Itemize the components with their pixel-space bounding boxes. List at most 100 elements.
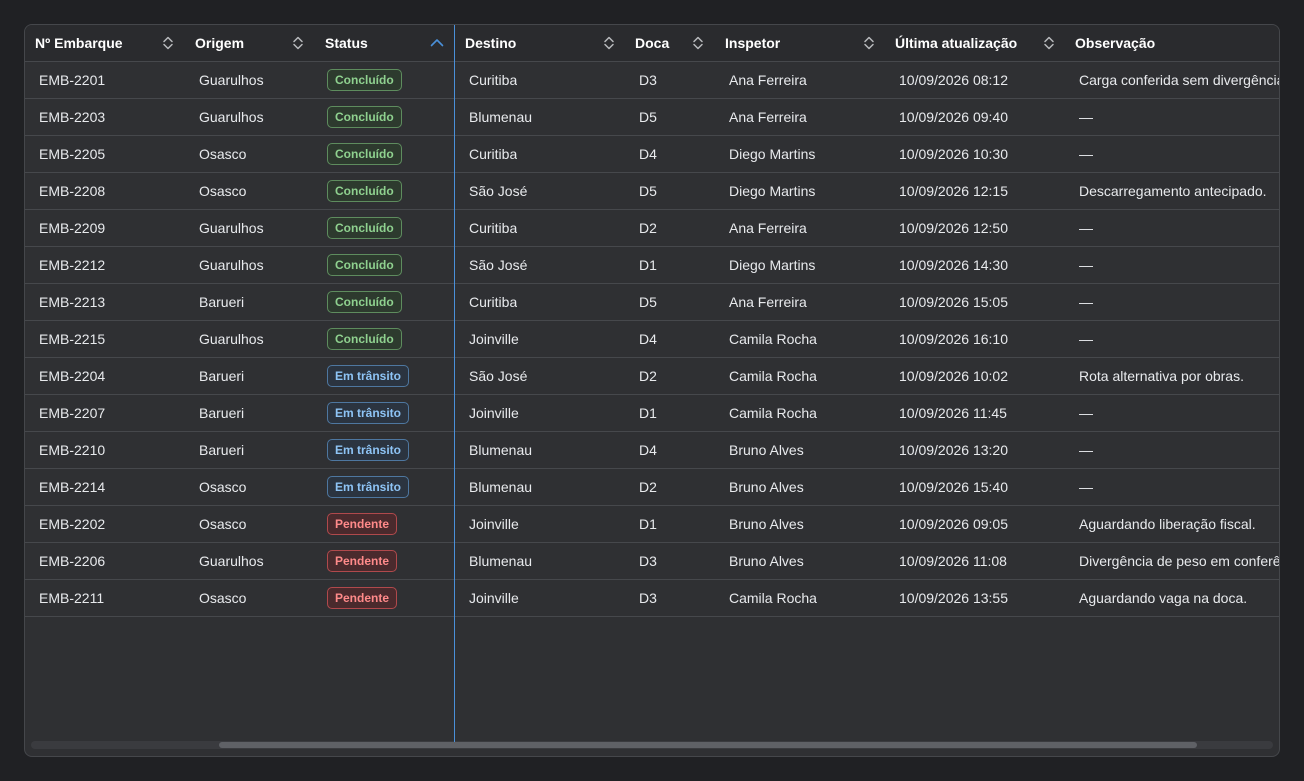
table-row[interactable]: EMB-2211 Osasco Pendente Joinville D3 Camila …: [25, 580, 1279, 617]
cell-text: 10/09/2026 14:30: [899, 257, 1008, 273]
table-row[interactable]: EMB-2202 Osasco Pendente Joinville D1 Bruno A…: [25, 506, 1279, 543]
cell-destination: Curitiba: [469, 210, 517, 246]
cell-shipment-number: EMB-2210: [39, 432, 105, 468]
cell-destination: Curitiba: [469, 62, 517, 98]
cell-destination: Joinville: [469, 506, 519, 542]
cell-text: Curitiba: [469, 220, 518, 236]
table-row[interactable]: EMB-2207 Barueri Em trânsito Joinville D1 Cam…: [25, 395, 1279, 432]
cell-text: Guarulhos: [199, 257, 264, 273]
horizontal-scrollbar[interactable]: [31, 741, 1273, 749]
cell-text: Osasco: [199, 183, 247, 199]
cell-dock: D5: [639, 99, 657, 135]
status-badge: Pendente: [327, 513, 398, 535]
cell-origin: Guarulhos: [199, 62, 264, 98]
sort-unsorted-icon[interactable]: [1040, 34, 1058, 52]
cell-text: 10/09/2026 16:10: [899, 331, 1008, 347]
cell-text: Diego Martins: [729, 257, 816, 273]
cell-text: D1: [639, 516, 657, 532]
cell-text: 10/09/2026 13:20: [899, 442, 1008, 458]
column-header-dock[interactable]: Doca: [625, 25, 669, 61]
cell-last-update: 10/09/2026 12:15: [899, 173, 1008, 209]
table-row[interactable]: EMB-2212 Guarulhos Concluído São José D1 Dieg…: [25, 247, 1279, 284]
table-row[interactable]: EMB-2205 Osasco Concluído Curitiba D4 Diego M…: [25, 136, 1279, 173]
column-header-note[interactable]: Observação: [1065, 25, 1155, 61]
cell-status: Concluído: [327, 247, 402, 283]
cell-inspector: Ana Ferreira: [729, 62, 807, 98]
sort-unsorted-icon[interactable]: [289, 34, 307, 52]
cell-text: D1: [639, 405, 657, 421]
column-header-label: Observação: [1075, 35, 1156, 51]
column-header-label: Origem: [195, 35, 245, 51]
cell-last-update: 10/09/2026 11:08: [899, 543, 1007, 579]
cell-text: Osasco: [199, 479, 247, 495]
cell-inspector: Bruno Alves: [729, 469, 804, 505]
cell-destination: São José: [469, 358, 527, 394]
cell-status: Concluído: [327, 284, 402, 320]
cell-text: Barueri: [199, 294, 245, 310]
cell-last-update: 10/09/2026 16:10: [899, 321, 1008, 357]
cell-text: Bruno Alves: [729, 479, 804, 495]
cell-text: EMB-2208: [39, 183, 106, 199]
column-header-last-update[interactable]: Última atualização: [885, 25, 1017, 61]
cell-text: EMB-2207: [39, 405, 106, 421]
cell-last-update: 10/09/2026 09:05: [899, 506, 1008, 542]
cell-origin: Osasco: [199, 173, 246, 209]
cell-status: Concluído: [327, 62, 402, 98]
cell-shipment-number: EMB-2204: [39, 358, 105, 394]
cell-text: D5: [639, 294, 657, 310]
cell-note: Carga conferida sem divergência: [1079, 62, 1279, 98]
cell-text: —: [1079, 220, 1093, 236]
horizontal-scrollbar-thumb[interactable]: [219, 742, 1197, 748]
status-badge: Em trânsito: [327, 365, 410, 387]
column-header-destination[interactable]: Destino: [455, 25, 516, 61]
sort-ascending-icon[interactable]: [428, 34, 446, 52]
cell-status: Em trânsito: [327, 469, 410, 505]
cell-origin: Guarulhos: [199, 210, 264, 246]
cell-status: Concluído: [327, 173, 402, 209]
cell-text: 10/09/2026 10:30: [899, 146, 1008, 162]
table-row[interactable]: EMB-2208 Osasco Concluído São José D5 Diego M…: [25, 173, 1279, 210]
table-row[interactable]: EMB-2201 Guarulhos Concluído Curitiba D3 Ana …: [25, 62, 1279, 99]
cell-text: D4: [639, 146, 657, 162]
sort-unsorted-icon[interactable]: [860, 34, 878, 52]
cell-dock: D5: [639, 173, 657, 209]
cell-text: 10/09/2026 09:05: [899, 516, 1008, 532]
table-row[interactable]: EMB-2214 Osasco Em trânsito Blumenau D2 Bruno…: [25, 469, 1279, 506]
cell-text: 10/09/2026 13:55: [899, 590, 1008, 606]
cell-text: —: [1079, 294, 1093, 310]
cell-text: Blumenau: [469, 442, 533, 458]
table-row[interactable]: EMB-2213 Barueri Concluído Curitiba D5 Ana Fe…: [25, 284, 1279, 321]
sort-unsorted-icon[interactable]: [600, 34, 618, 52]
cell-text: —: [1079, 479, 1093, 495]
table-row[interactable]: EMB-2210 Barueri Em trânsito Blumenau D4 Brun…: [25, 432, 1279, 469]
cell-text: D3: [639, 590, 657, 606]
cell-text: Curitiba: [469, 72, 518, 88]
column-header-label: Doca: [635, 35, 670, 51]
table-row[interactable]: EMB-2204 Barueri Em trânsito São José D2 Cami…: [25, 358, 1279, 395]
cell-shipment-number: EMB-2207: [39, 395, 105, 431]
column-header-inspector[interactable]: Inspetor: [715, 25, 780, 61]
cell-text: 10/09/2026 11:45: [899, 405, 1007, 421]
table-row[interactable]: EMB-2206 Guarulhos Pendente Blumenau D3 Bruno…: [25, 543, 1279, 580]
table-row[interactable]: EMB-2209 Guarulhos Concluído Curitiba D2 Ana …: [25, 210, 1279, 247]
status-badge: Em trânsito: [327, 476, 410, 498]
cell-shipment-number: EMB-2203: [39, 99, 105, 135]
column-header-label: Última atualização: [895, 35, 1018, 51]
cell-destination: Curitiba: [469, 136, 517, 172]
cell-dock: D4: [639, 321, 657, 357]
cell-note: Descarregamento antecipado.: [1079, 173, 1267, 209]
cell-origin: Osasco: [199, 506, 246, 542]
cell-dock: D2: [639, 358, 657, 394]
column-header-status[interactable]: Status: [315, 25, 368, 61]
table-row[interactable]: EMB-2203 Guarulhos Concluído Blumenau D5 Ana …: [25, 99, 1279, 136]
cell-note: —: [1079, 469, 1093, 505]
cell-text: D2: [639, 479, 657, 495]
cell-inspector: Camila Rocha: [729, 395, 817, 431]
sort-unsorted-icon[interactable]: [159, 34, 177, 52]
column-header-origin[interactable]: Origem: [185, 25, 244, 61]
cell-status: Concluído: [327, 210, 402, 246]
table-row[interactable]: EMB-2215 Guarulhos Concluído Joinville D4 Cam…: [25, 321, 1279, 358]
cell-note: —: [1079, 99, 1093, 135]
column-header-shipment-number[interactable]: Nº Embarque: [25, 25, 123, 61]
sort-unsorted-icon[interactable]: [689, 34, 707, 52]
